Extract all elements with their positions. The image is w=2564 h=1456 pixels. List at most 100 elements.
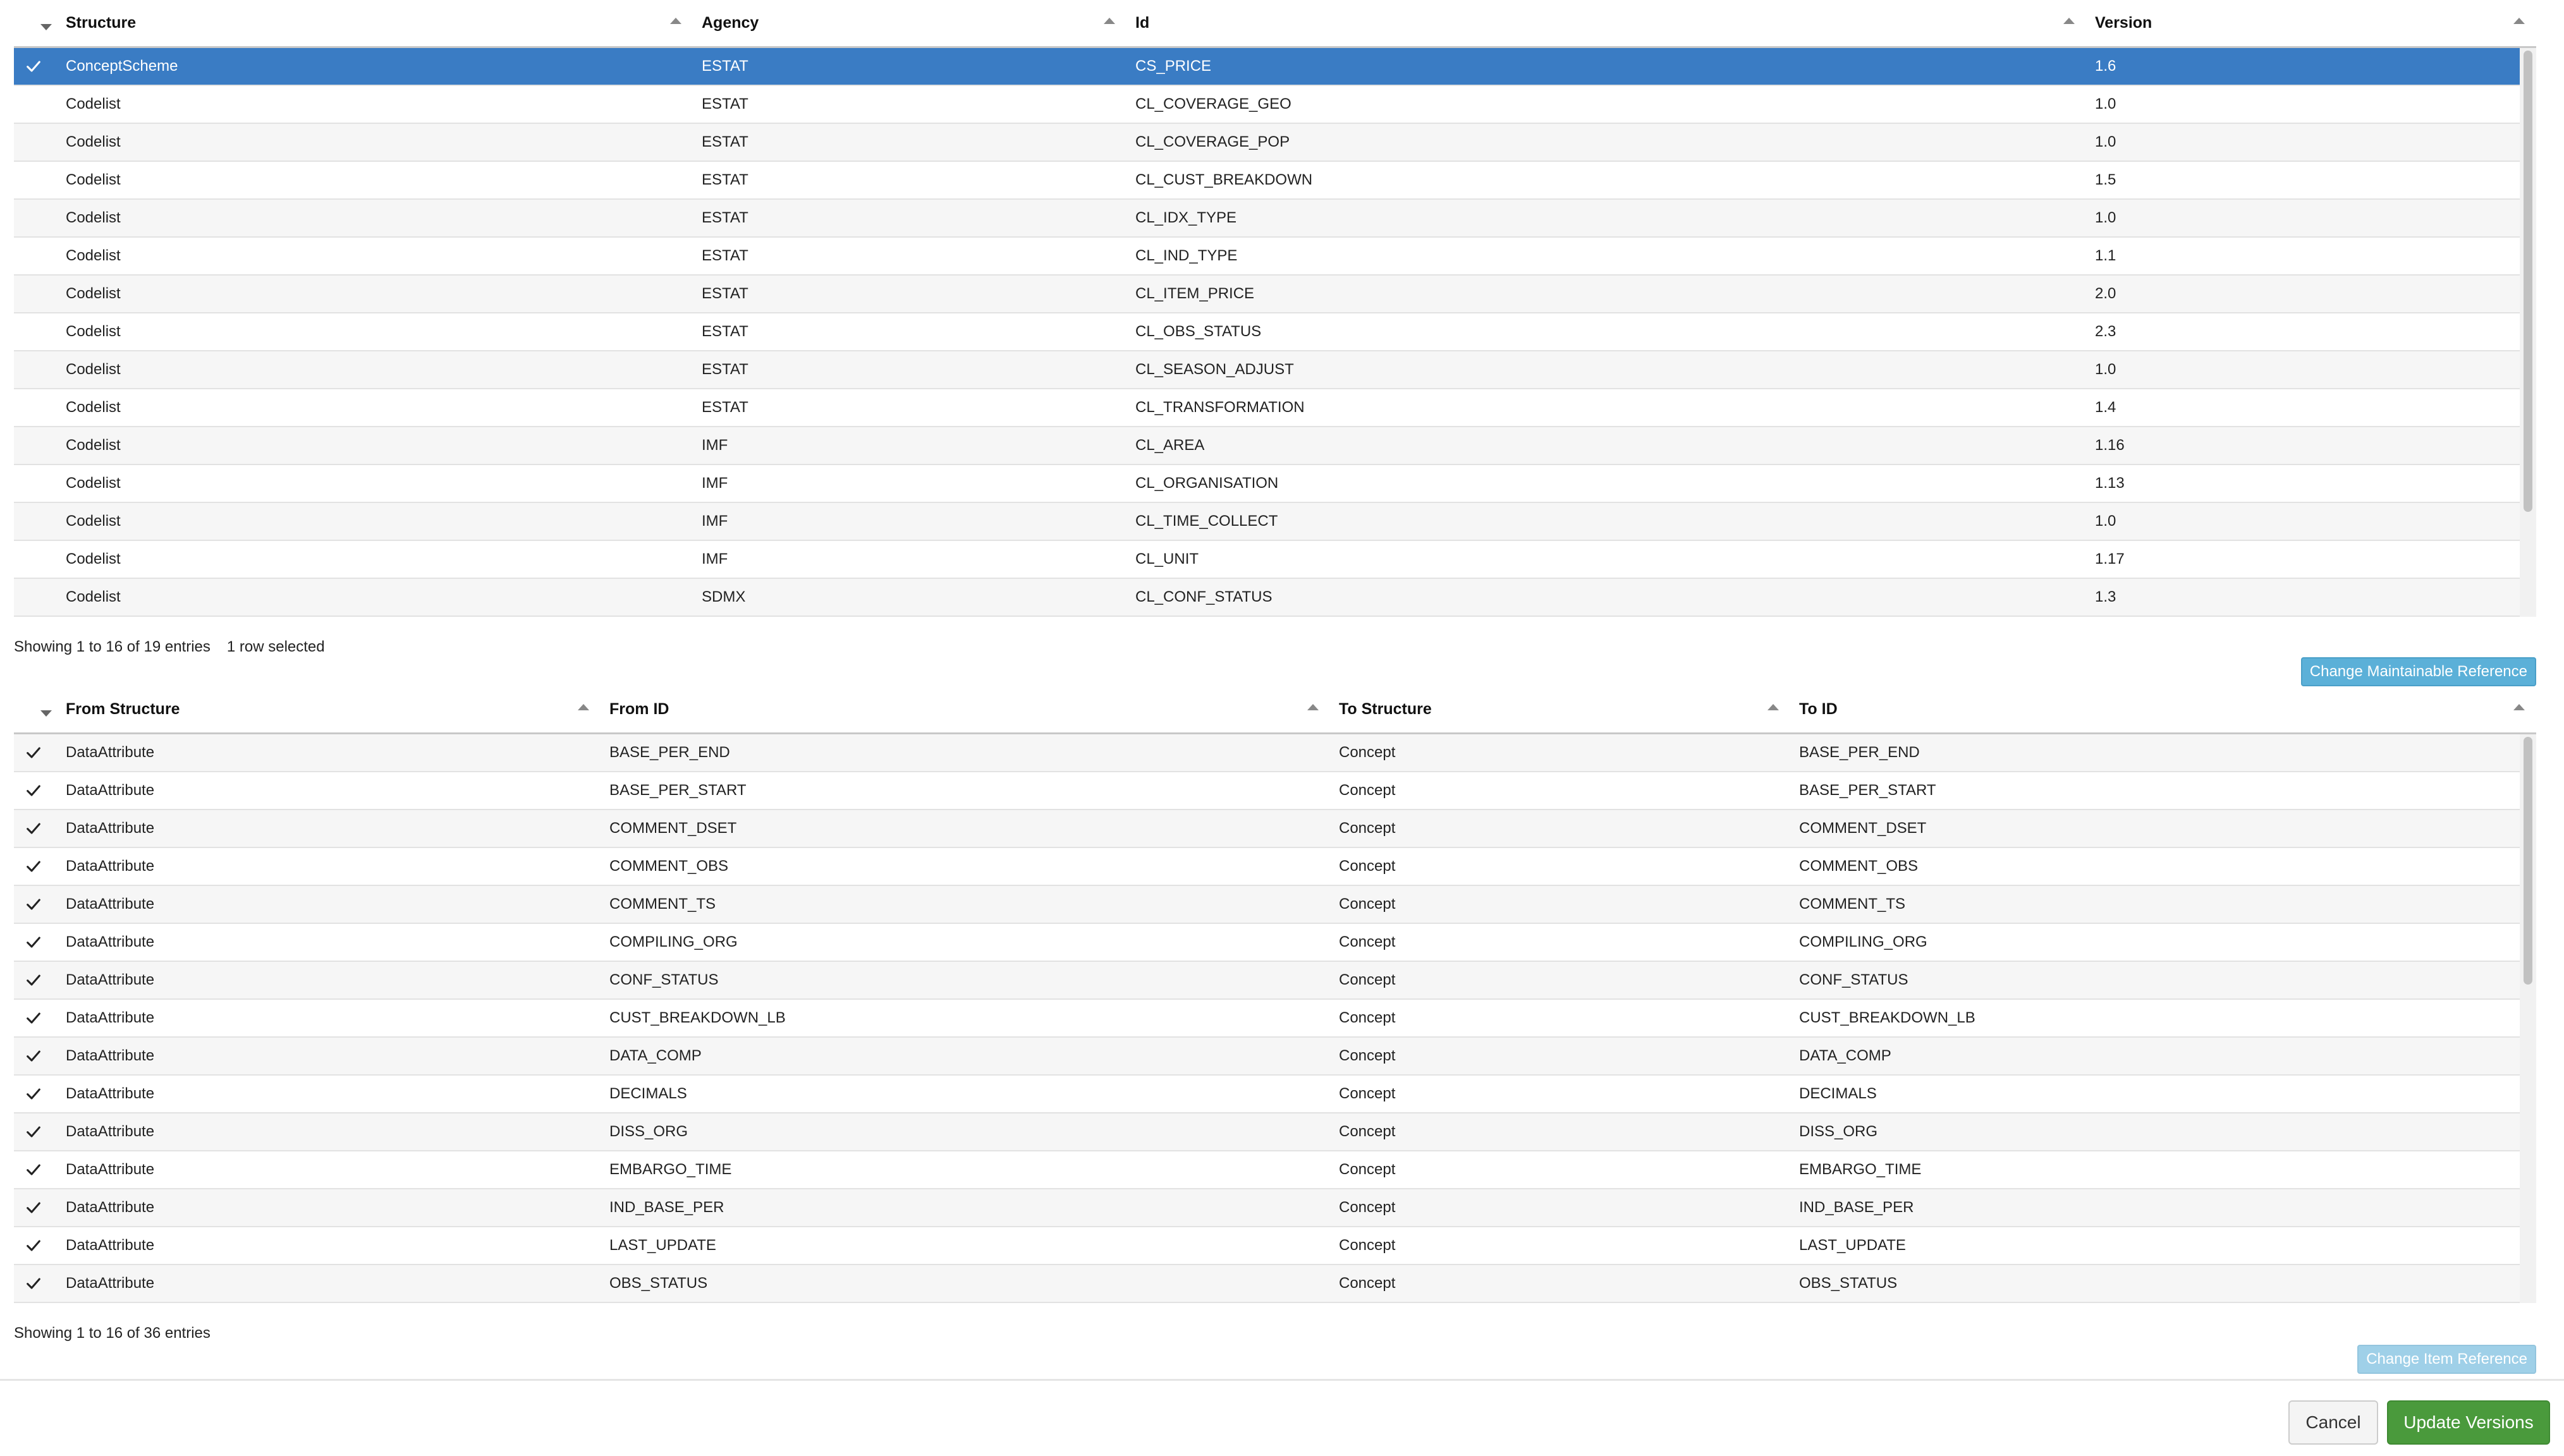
cell-from-id: EMBARGO_TIME: [609, 1161, 732, 1178]
table-row[interactable]: DataAttribute DATA_COMP Concept DATA_COMP: [14, 1038, 2520, 1076]
cell-from-structure: DataAttribute: [66, 744, 155, 761]
table-row[interactable]: DataAttribute LAST_UPDATE Concept LAST_UPDA…: [14, 1227, 2520, 1265]
cell-to-id: BASE_PER_START: [1799, 782, 1936, 799]
cell-version: 1.3: [2095, 588, 2116, 605]
col-structure[interactable]: Structure: [14, 0, 693, 46]
table1-scrollbar[interactable]: [2520, 48, 2536, 617]
cell-to-id: DECIMALS: [1799, 1085, 1877, 1102]
cell-to-structure: Concept: [1339, 744, 1396, 761]
table-row[interactable]: Codelist ESTAT CL_IND_TYPE 1.1: [14, 238, 2520, 276]
cell-structure: Codelist: [66, 588, 121, 605]
cell-from-id: CUST_BREAKDOWN_LB: [609, 1009, 786, 1026]
sort-icon: [2513, 18, 2525, 24]
col-id[interactable]: Id: [1126, 0, 2086, 46]
table-row[interactable]: Codelist ESTAT CL_COVERAGE_GEO 1.0: [14, 86, 2520, 124]
cell-to-id: DISS_ORG: [1799, 1123, 1878, 1140]
cell-structure: Codelist: [66, 285, 121, 302]
table1-scrollbar-thumb[interactable]: [2524, 51, 2532, 512]
cell-version: 1.16: [2095, 437, 2125, 454]
cell-version: 1.0: [2095, 95, 2116, 112]
cell-from-structure: DataAttribute: [66, 933, 155, 950]
cell-id: CL_ITEM_PRICE: [1135, 285, 1255, 302]
table2-scrollbar-thumb[interactable]: [2524, 737, 2532, 985]
col-version[interactable]: Version: [2086, 0, 2536, 46]
cell-from-id: COMPILING_ORG: [609, 933, 738, 950]
col-from-structure[interactable]: From Structure: [14, 686, 601, 732]
footer-divider: [0, 1379, 2564, 1381]
table-row[interactable]: DataAttribute COMMENT_DSET Concept COMMENT_…: [14, 810, 2520, 848]
cell-from-structure: DataAttribute: [66, 1085, 155, 1102]
cell-from-id: BASE_PER_END: [609, 744, 730, 761]
cell-agency: SDMX: [702, 588, 746, 605]
table-row[interactable]: DataAttribute CONF_STATUS Concept CONF_STAT…: [14, 962, 2520, 1000]
cell-from-id: IND_BASE_PER: [609, 1199, 724, 1216]
check-icon: [23, 1265, 44, 1302]
table-row[interactable]: Codelist ESTAT CL_SEASON_ADJUST 1.0: [14, 351, 2520, 389]
maintainable-table-body[interactable]: ConceptScheme ESTAT CS_PRICE 1.6 Codelist EST…: [14, 48, 2536, 617]
table2-scrollbar[interactable]: [2520, 734, 2536, 1303]
cell-version: 1.4: [2095, 399, 2116, 416]
cell-version: 1.0: [2095, 361, 2116, 378]
table-row[interactable]: Codelist ESTAT CL_IDX_TYPE 1.0: [14, 200, 2520, 238]
table-row[interactable]: DataAttribute COMPILING_ORG Concept COMPILI…: [14, 924, 2520, 962]
table-row[interactable]: Codelist ESTAT CL_OBS_STATUS 2.3: [14, 313, 2520, 351]
cell-from-id: DECIMALS: [609, 1085, 687, 1102]
cell-structure: Codelist: [66, 133, 121, 150]
table1-info: Showing 1 to 16 of 19 entries 1 row selec…: [14, 638, 325, 656]
cell-to-id: LAST_UPDATE: [1799, 1237, 1906, 1254]
change-maintainable-reference-button[interactable]: Change Maintainable Reference: [2300, 657, 2536, 686]
cell-to-structure: Concept: [1339, 820, 1396, 837]
item-reference-table: From Structure From ID To Structure To I…: [14, 686, 2536, 1303]
table-row[interactable]: Codelist IMF CL_TIME_COLLECT 1.0: [14, 503, 2520, 541]
cell-id: CL_COVERAGE_POP: [1135, 133, 1290, 150]
cell-version: 1.13: [2095, 475, 2125, 492]
cell-to-id: BASE_PER_END: [1799, 744, 1920, 761]
table-row[interactable]: DataAttribute EMBARGO_TIME Concept EMBARGO_…: [14, 1151, 2520, 1189]
cell-id: CL_COVERAGE_GEO: [1135, 95, 1291, 112]
change-item-reference-button[interactable]: Change Item Reference: [2357, 1345, 2536, 1374]
col-structure-label: Structure: [66, 14, 137, 32]
cell-from-structure: DataAttribute: [66, 1047, 155, 1064]
table-row[interactable]: Codelist SDMX CL_CONF_STATUS 1.3: [14, 579, 2520, 617]
table-row[interactable]: DataAttribute IND_BASE_PER Concept IND_BASE…: [14, 1189, 2520, 1227]
cell-to-id: COMMENT_TS: [1799, 895, 1905, 913]
col-agency[interactable]: Agency: [693, 0, 1126, 46]
cell-id: CL_UNIT: [1135, 550, 1199, 567]
table-row[interactable]: Codelist IMF CL_AREA 1.16: [14, 427, 2520, 465]
cell-agency: ESTAT: [702, 399, 748, 416]
cell-to-structure: Concept: [1339, 895, 1396, 913]
table-row[interactable]: DataAttribute BASE_PER_END Concept BASE_PER…: [14, 734, 2520, 772]
cell-id: CL_TRANSFORMATION: [1135, 399, 1305, 416]
cancel-button[interactable]: Cancel: [2288, 1400, 2378, 1445]
table-row[interactable]: DataAttribute CUST_BREAKDOWN_LB Concept CUS…: [14, 1000, 2520, 1038]
update-versions-button[interactable]: Update Versions: [2387, 1400, 2550, 1445]
table-row[interactable]: Codelist IMF CL_UNIT 1.17: [14, 541, 2520, 579]
cell-version: 2.0: [2095, 285, 2116, 302]
cell-from-structure: DataAttribute: [66, 820, 155, 837]
table-row[interactable]: Codelist ESTAT CL_ITEM_PRICE 2.0: [14, 276, 2520, 313]
cell-version: 1.0: [2095, 133, 2116, 150]
cell-to-structure: Concept: [1339, 858, 1396, 875]
col-to-structure[interactable]: To Structure: [1330, 686, 1790, 732]
cell-to-structure: Concept: [1339, 1123, 1396, 1140]
table-row[interactable]: Codelist IMF CL_ORGANISATION 1.13: [14, 465, 2520, 503]
cell-id: CL_CONF_STATUS: [1135, 588, 1273, 605]
table-row[interactable]: DataAttribute BASE_PER_START Concept BASE_P…: [14, 772, 2520, 810]
cell-to-id: CONF_STATUS: [1799, 971, 1908, 988]
table-row[interactable]: Codelist ESTAT CL_TRANSFORMATION 1.4: [14, 389, 2520, 427]
item-table-body[interactable]: DataAttribute BASE_PER_END Concept BASE_PER…: [14, 734, 2536, 1303]
cell-from-structure: DataAttribute: [66, 895, 155, 913]
table-row[interactable]: ConceptScheme ESTAT CS_PRICE 1.6: [14, 48, 2520, 86]
table-row[interactable]: Codelist ESTAT CL_CUST_BREAKDOWN 1.5: [14, 162, 2520, 200]
table-row[interactable]: DataAttribute DECIMALS Concept DECIMALS: [14, 1076, 2520, 1113]
check-icon: [23, 734, 44, 772]
col-to-id[interactable]: To ID: [1790, 686, 2536, 732]
col-from-id[interactable]: From ID: [601, 686, 1330, 732]
cell-to-id: IND_BASE_PER: [1799, 1199, 1914, 1216]
cell-to-id: COMMENT_OBS: [1799, 858, 1919, 875]
table-row[interactable]: DataAttribute COMMENT_TS Concept COMMENT_TS: [14, 886, 2520, 924]
table-row[interactable]: DataAttribute COMMENT_OBS Concept COMMENT_O…: [14, 848, 2520, 886]
table-row[interactable]: DataAttribute OBS_STATUS Concept OBS_STATUS: [14, 1265, 2520, 1303]
table-row[interactable]: Codelist ESTAT CL_COVERAGE_POP 1.0: [14, 124, 2520, 162]
table-row[interactable]: DataAttribute DISS_ORG Concept DISS_ORG: [14, 1113, 2520, 1151]
